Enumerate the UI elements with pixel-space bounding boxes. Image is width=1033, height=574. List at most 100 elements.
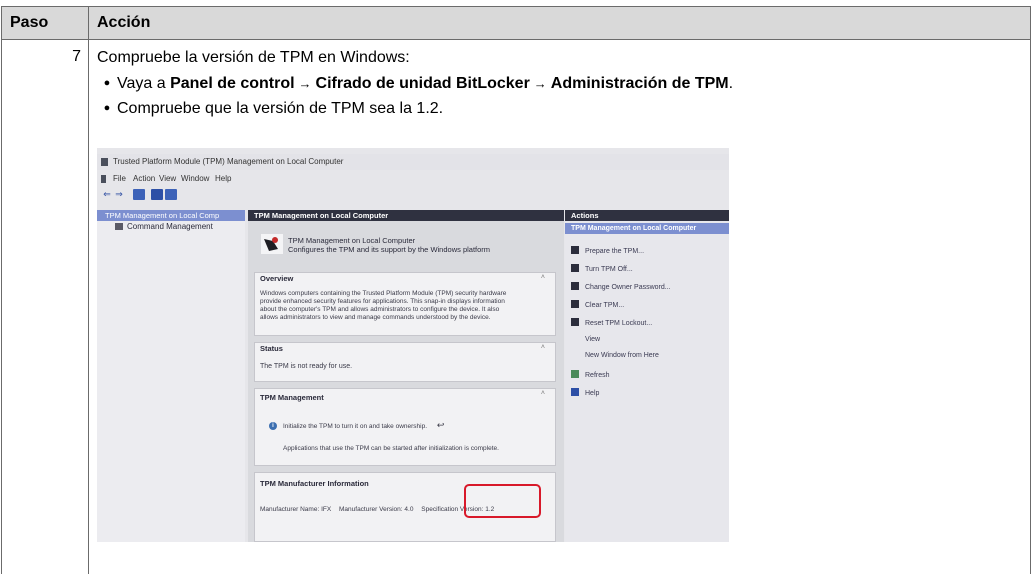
bullet2-text: Compruebe que la versión de TPM sea la 1…	[117, 100, 444, 117]
action-label: Prepare the TPM...	[585, 248, 645, 255]
window-title: Trusted Platform Module (TPM) Management…	[113, 157, 344, 166]
menu-help[interactable]: Help	[215, 174, 231, 183]
overview-line: about the computer's TPM and allows admi…	[260, 306, 500, 313]
actions-header: Actions	[565, 210, 729, 221]
overview-title: Overview	[260, 274, 294, 283]
intro-title: TPM Management on Local Computer	[288, 236, 416, 245]
tpm-icon	[571, 318, 579, 326]
back-icon[interactable]: ⇐	[101, 189, 113, 200]
actions-pane: Actions TPM Management on Local Computer…	[565, 210, 729, 542]
action-clear-tpm[interactable]: Clear TPM...	[571, 300, 624, 309]
status-title: Status	[260, 344, 283, 353]
action-view[interactable]: View	[571, 336, 600, 343]
action-help[interactable]: Help	[571, 388, 599, 397]
header-action: Acción	[88, 6, 1031, 40]
collapse-icon[interactable]: ˄	[541, 274, 545, 281]
step-intro: Compruebe la versión de TPM en Windows:	[97, 49, 410, 66]
bullet-icon: ●	[103, 102, 111, 114]
overview-panel: Overview ˄ Windows computers containing …	[254, 272, 556, 336]
tpm-icon	[571, 264, 579, 272]
status-panel: Status ˄ The TPM is not ready for use.	[254, 342, 556, 382]
step-number: 7	[72, 48, 81, 65]
spec-version-highlight	[464, 484, 541, 518]
action-prepare-tpm[interactable]: Prepare the TPM...	[571, 246, 644, 255]
manufacturer-name-value: IFX	[321, 506, 332, 513]
bullet1-suffix: .	[728, 75, 734, 92]
tree-pane: TPM Management on Local Comp Command Man…	[97, 210, 245, 542]
forward-icon[interactable]: ⇒	[113, 189, 125, 200]
action-label: Clear TPM...	[585, 302, 625, 309]
tpm-icon	[571, 282, 579, 290]
action-label: Help	[585, 390, 600, 397]
action-label: Refresh	[585, 372, 610, 379]
refresh-icon	[571, 370, 579, 378]
manufacturer-version-label: Manufacturer Version:	[339, 506, 403, 513]
action-label: Reset TPM Lockout...	[585, 320, 653, 327]
action-label: New Window from Here	[585, 352, 659, 359]
action-label: View	[585, 336, 601, 343]
info-icon: i	[269, 422, 277, 430]
tree-item-tpm-management[interactable]: TPM Management on Local Comp	[97, 210, 245, 221]
column-divider	[88, 40, 89, 574]
tree-root-label: TPM Management on Local Comp	[105, 211, 220, 220]
status-text: The TPM is not ready for use.	[260, 363, 353, 370]
action-turn-tpm-off[interactable]: Turn TPM Off...	[571, 264, 633, 273]
menu-bar: File Action View Window Help	[97, 172, 729, 186]
manufacturer-version-value: 4.0	[404, 506, 414, 513]
tree-item-command-management[interactable]: Command Management	[115, 222, 213, 231]
collapse-icon[interactable]: ˄	[541, 390, 545, 397]
tpm-management-line1-text: Initialize the TPM to turn it on and tak…	[283, 423, 428, 430]
tpm-management-line1: Initialize the TPM to turn it on and tak…	[283, 421, 549, 431]
table-border-right	[1030, 40, 1031, 574]
help-toolbar-icon[interactable]	[151, 189, 163, 200]
action-change-owner-password[interactable]: Change Owner Password...	[571, 282, 671, 291]
arrow-icon: →	[298, 76, 312, 91]
tpm-management-line2: Applications that use the TPM can be sta…	[283, 445, 499, 452]
menu-window[interactable]: Window	[181, 174, 209, 183]
menu-view[interactable]: View	[159, 174, 176, 183]
step-content: Compruebe la versión de TPM en Windows: …	[97, 48, 1021, 123]
bullet-icon: ●	[103, 77, 111, 89]
action-reset-tpm-lockout[interactable]: Reset TPM Lockout...	[571, 318, 652, 327]
folder-icon	[115, 223, 123, 230]
action-label: Turn TPM Off...	[585, 266, 633, 273]
tpm-management-panel: TPM Management ˄ i Initialize the TPM to…	[254, 388, 556, 466]
bullet-navigate: ● Vaya a Panel de control → Cifrado de unid…	[97, 73, 1021, 98]
overview-line: Windows computers containing the Trusted…	[260, 290, 507, 297]
tpm-icon	[571, 300, 579, 308]
arrow-icon: →	[533, 76, 547, 91]
help-icon	[571, 388, 579, 396]
menu-action[interactable]: Action	[133, 174, 155, 183]
overview-text: Windows computers containing the Trusted…	[260, 290, 549, 322]
menu-app-icon	[101, 175, 106, 183]
intro-subtitle: Configures the TPM and its support by th…	[288, 245, 491, 254]
table-border-left	[1, 40, 2, 574]
overview-line: allows administrators to view and manage…	[260, 314, 491, 321]
action-refresh[interactable]: Refresh	[571, 370, 610, 379]
actions-subheader[interactable]: TPM Management on Local Computer	[565, 223, 729, 234]
path-control-panel: Panel de control	[170, 75, 295, 92]
center-header: TPM Management on Local Computer	[248, 210, 564, 221]
tpm-console-photo: Trusted Platform Module (TPM) Management…	[97, 148, 729, 542]
mmc-app-icon	[101, 158, 108, 166]
path-bitlocker: Cifrado de unidad BitLocker	[315, 75, 530, 92]
snapin-intro: TPM Management on Local Computer Configu…	[260, 230, 550, 264]
action-new-window[interactable]: New Window from Here	[571, 352, 659, 359]
menu-file[interactable]: File	[113, 174, 126, 183]
collapse-icon[interactable]: ˄	[541, 344, 545, 351]
bullet-check-version: ● Compruebe que la versión de TPM sea la …	[97, 98, 1021, 123]
tpm-management-title: TPM Management	[260, 393, 324, 402]
show-hide-tree-icon[interactable]	[133, 189, 145, 200]
action-label: Change Owner Password...	[585, 284, 671, 291]
tree-child-label: Command Management	[127, 222, 213, 231]
path-tpm-admin: Administración de TPM	[550, 75, 729, 92]
tpm-chip-icon	[261, 234, 283, 254]
manufacturer-name-label: Manufacturer Name:	[260, 506, 320, 513]
cursor-icon: ↩	[436, 420, 445, 430]
header-step: Paso	[1, 6, 89, 40]
show-action-pane-icon[interactable]	[165, 189, 177, 200]
toolbar: ⇐ ⇒	[97, 188, 297, 202]
overview-line: provide enhanced security features for a…	[260, 298, 505, 305]
window-titlebar: Trusted Platform Module (TPM) Management…	[97, 154, 729, 170]
bullet1-prefix: Vaya a	[117, 75, 171, 92]
